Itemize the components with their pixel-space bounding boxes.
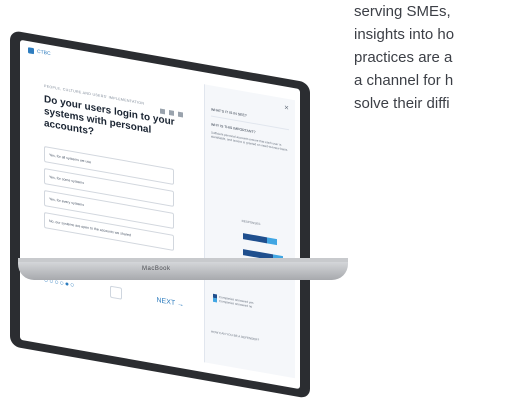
answer-option-label: Yes, for some systems: [49, 174, 85, 186]
bar-no: [267, 237, 277, 246]
timer-button[interactable]: [109, 285, 122, 300]
right-text-line: solve their diffi: [354, 95, 450, 112]
right-text-line: a channel for h: [354, 72, 454, 89]
brand: CTBC: [28, 47, 51, 57]
answer-option-label: Yes, for every systems: [49, 196, 85, 208]
answer-option-label: Yes, for all systems we use: [49, 152, 92, 165]
answer-option-label: No, our systems are open to the accounts…: [49, 218, 131, 238]
close-icon[interactable]: ✕: [284, 104, 289, 112]
side-panel: ✕ WHAT'S IT IS IN SEE? WHY IS THIS IMPOR…: [204, 84, 295, 379]
next-button[interactable]: NEXT →: [157, 296, 185, 308]
brand-logo-icon: [28, 47, 34, 55]
right-text-line: insights into ho: [354, 26, 455, 43]
laptop-label: MacBook: [142, 266, 171, 272]
chart-title: RESPONSES: [241, 218, 261, 227]
side-footer[interactable]: HOW CAN YOU BE A DEFENDER?: [211, 329, 259, 341]
answer-options: Yes, for all systems we use Yes, for som…: [44, 145, 174, 257]
laptop-base: [18, 262, 348, 280]
laptop-lid: CTBC PEOPLE, CULTURE AND USERS' IMPLEMEN…: [10, 30, 310, 399]
legend-swatch: [213, 298, 217, 303]
brand-name: CTBC: [37, 48, 51, 58]
bar-yes: [243, 233, 267, 244]
question-block: PEOPLE, CULTURE AND USERS' IMPLEMENTATIO…: [44, 84, 194, 156]
right-text-block: serving SMEs, insights into ho practices…: [354, 0, 506, 115]
right-text-line: practices are a: [354, 49, 453, 66]
responses-chart: RESPONSES: [213, 214, 289, 299]
chart-row: [243, 233, 289, 247]
right-text-line: serving SMEs,: [354, 3, 451, 20]
chart-legend: Companies answered yes Companies answere…: [213, 293, 254, 310]
question-title: Do your users login to your systems with…: [44, 93, 175, 138]
screen: CTBC PEOPLE, CULTURE AND USERS' IMPLEMEN…: [20, 39, 300, 390]
